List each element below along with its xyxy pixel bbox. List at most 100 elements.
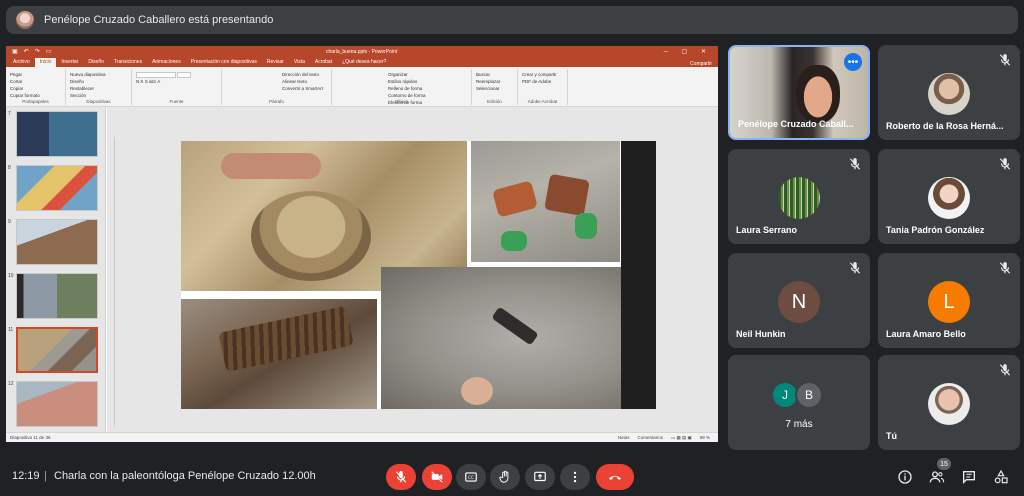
slide-thumbnails: 7 8 9 10 11 12 bbox=[6, 107, 106, 432]
save-icon[interactable]: ▣ bbox=[12, 48, 18, 55]
group-label: Párrafo bbox=[269, 99, 284, 104]
slide-thumbnail[interactable] bbox=[16, 219, 98, 265]
arrange-button[interactable]: Organizar bbox=[388, 71, 467, 78]
redo-icon[interactable]: ↷ bbox=[35, 48, 40, 55]
presenter-face bbox=[796, 65, 840, 123]
vertical-ruler bbox=[111, 137, 115, 427]
view-buttons[interactable]: ▭ ▦ ▤ ▣ bbox=[671, 435, 692, 441]
tab-vista[interactable]: Vista bbox=[289, 58, 310, 67]
more-options-icon[interactable]: ••• bbox=[844, 53, 862, 71]
current-slide[interactable] bbox=[181, 141, 656, 409]
participants-count-badge: 15 bbox=[937, 458, 951, 470]
tab-presentacion[interactable]: Presentación con diapositivas bbox=[186, 58, 262, 67]
participant-tile[interactable]: Roberto de la Rosa Herná... bbox=[878, 45, 1020, 140]
activities-button[interactable] bbox=[990, 466, 1012, 488]
participant-tile[interactable]: Laura Serrano bbox=[728, 149, 870, 244]
avatar-initial: B bbox=[795, 381, 823, 409]
create-pdf-button[interactable]: Crear y compartir PDF de Adobe bbox=[522, 71, 563, 85]
paste-button[interactable]: Pegar bbox=[10, 71, 61, 78]
chat-button[interactable] bbox=[958, 466, 980, 488]
tab-revisar[interactable]: Revisar bbox=[262, 58, 289, 67]
tab-insertar[interactable]: Insertar bbox=[56, 58, 83, 67]
slide-thumbnail[interactable] bbox=[16, 273, 98, 319]
thumbnail-number: 7 bbox=[8, 111, 11, 117]
mic-off-icon bbox=[395, 471, 407, 483]
slide-thumbnail[interactable] bbox=[16, 111, 98, 157]
participant-tile-self[interactable]: Tú bbox=[878, 355, 1020, 450]
notes-button[interactable]: Notas bbox=[618, 435, 630, 441]
font-format-buttons[interactable]: N K S abc A bbox=[136, 79, 160, 84]
mic-off-icon bbox=[999, 262, 1011, 274]
tab-diseno[interactable]: Diseño bbox=[83, 58, 109, 67]
slide-thumbnail[interactable] bbox=[16, 381, 98, 427]
new-slide-button[interactable]: Nueva diapositiva bbox=[70, 71, 127, 78]
people-icon bbox=[929, 471, 945, 483]
chat-icon bbox=[963, 471, 975, 484]
hand-icon bbox=[499, 470, 509, 483]
avatar bbox=[928, 383, 970, 425]
quick-styles-button[interactable]: Estilos rápidos bbox=[388, 78, 467, 85]
more-participants-tile[interactable]: J B 7 más bbox=[728, 355, 870, 450]
mic-off-icon bbox=[999, 54, 1011, 66]
slide-canvas bbox=[107, 107, 718, 432]
ribbon-group-clipboard: Pegar Cortar Copiar Copiar formato Porta… bbox=[6, 69, 66, 105]
shape-fill-button[interactable]: Relleno de forma bbox=[388, 85, 467, 92]
present-button[interactable] bbox=[525, 464, 555, 490]
zoom-level[interactable]: 69 % bbox=[700, 435, 710, 441]
tab-archivo[interactable]: Archivo bbox=[8, 58, 35, 67]
font-name-box[interactable] bbox=[136, 71, 176, 78]
tab-animaciones[interactable]: Animaciones bbox=[147, 58, 186, 67]
section-button[interactable]: Sección bbox=[70, 92, 127, 99]
tab-acrobat[interactable]: Acrobat bbox=[310, 58, 337, 67]
slide-thumbnail[interactable] bbox=[16, 165, 98, 211]
meeting-title: Charla con la paleontóloga Penélope Cruz… bbox=[54, 470, 316, 482]
participant-tile-presenter[interactable]: ••• Penélope Cruzado Caball... bbox=[728, 45, 870, 140]
participant-name: Penélope Cruzado Caball... bbox=[738, 119, 854, 129]
camera-off-icon bbox=[431, 471, 443, 483]
copy-button[interactable]: Copiar bbox=[10, 85, 61, 92]
find-button[interactable]: Buscar bbox=[476, 71, 513, 78]
tab-inicio[interactable]: Inicio bbox=[34, 58, 57, 67]
undo-icon[interactable]: ↶ bbox=[24, 48, 29, 55]
powerpoint-titlebar: ▣ ↶ ↷ ▭ charla_buena.pptx - PowerPoint ─… bbox=[6, 46, 718, 57]
presenter-avatar bbox=[16, 11, 34, 29]
slide-thumbnail-selected[interactable] bbox=[16, 327, 98, 373]
fossil-photo-3 bbox=[181, 299, 377, 409]
participant-tile[interactable]: N Neil Hunkin bbox=[728, 253, 870, 348]
comments-button[interactable]: Comentarios bbox=[637, 435, 663, 441]
select-button[interactable]: Seleccionar bbox=[476, 85, 513, 92]
toggle-camera-button[interactable] bbox=[422, 464, 452, 490]
thumbnail-number: 8 bbox=[8, 165, 11, 171]
shape-outline-button[interactable]: Contorno de forma bbox=[388, 92, 467, 99]
avatar bbox=[778, 177, 820, 219]
cut-button[interactable]: Cortar bbox=[10, 78, 61, 85]
tell-me-search[interactable]: ¿Qué desea hacer? bbox=[337, 58, 391, 67]
reset-button[interactable]: Restablecer bbox=[70, 85, 127, 92]
layout-button[interactable]: Diseño bbox=[70, 78, 127, 85]
format-painter-button[interactable]: Copiar formato bbox=[10, 92, 61, 99]
start-slideshow-icon[interactable]: ▭ bbox=[46, 48, 52, 55]
more-options-button[interactable] bbox=[560, 464, 590, 490]
group-label: Fuente bbox=[169, 99, 184, 104]
meeting-details-button[interactable] bbox=[894, 466, 916, 488]
replace-button[interactable]: Reemplazar bbox=[476, 78, 513, 85]
align-text-button[interactable]: Alinear texto bbox=[282, 78, 327, 85]
font-size-box[interactable] bbox=[177, 71, 192, 78]
file-name: charla_buena.pptx - PowerPoint bbox=[326, 48, 398, 55]
mic-off-icon bbox=[849, 158, 861, 170]
raise-hand-button[interactable] bbox=[490, 464, 520, 490]
tab-transiciones[interactable]: Transiciones bbox=[109, 58, 147, 67]
ribbon-group-slides: Nueva diapositiva Diseño Restablecer Sec… bbox=[66, 69, 132, 105]
participant-tile[interactable]: L Laura Amaro Bello bbox=[878, 253, 1020, 348]
more-count: 7 más bbox=[785, 419, 813, 430]
ribbon-group-paragraph: Dirección del texto Alinear texto Conver… bbox=[222, 69, 332, 105]
captions-button[interactable]: CC bbox=[456, 464, 486, 490]
participant-name: Tú bbox=[886, 431, 897, 441]
participant-tile[interactable]: Tania Padrón González bbox=[878, 149, 1020, 244]
text-direction-button[interactable]: Dirección del texto bbox=[282, 71, 327, 78]
group-label: Adobe Acrobat bbox=[527, 99, 558, 104]
toggle-mic-button[interactable] bbox=[386, 464, 416, 490]
window-buttons[interactable]: ─ ▢ ✕ bbox=[664, 48, 712, 55]
leave-call-button[interactable] bbox=[596, 464, 634, 490]
smartart-button[interactable]: Convertir a SmartArt bbox=[282, 85, 327, 92]
